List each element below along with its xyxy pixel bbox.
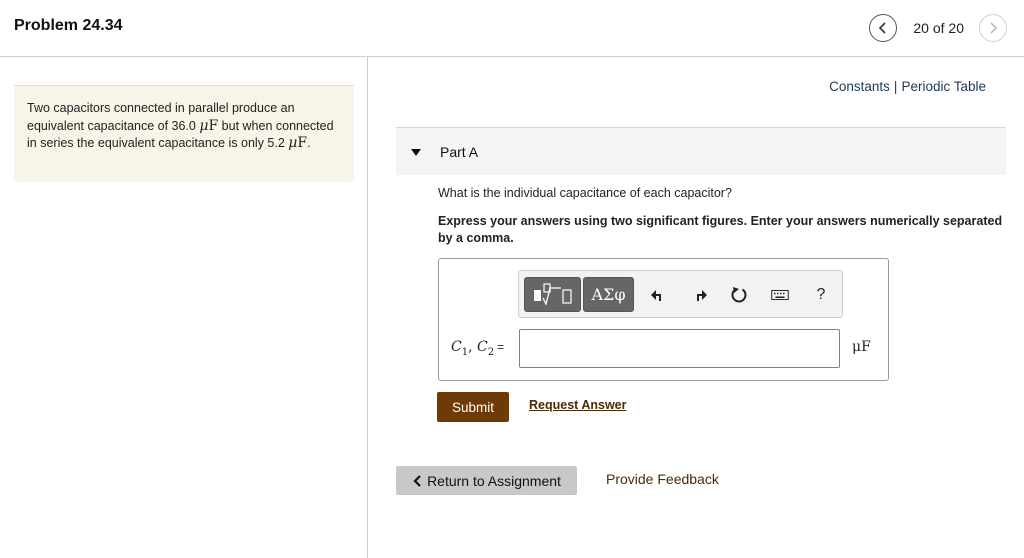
reset-icon — [731, 287, 747, 303]
provide-feedback-link[interactable]: Provide Feedback — [606, 471, 719, 487]
templates-button[interactable] — [524, 277, 581, 312]
page-title: Problem 24.34 — [14, 17, 123, 34]
symbols-button[interactable]: ΑΣφ — [583, 277, 634, 312]
panel-divider — [367, 57, 368, 558]
sub-2: 2 — [487, 346, 495, 358]
unit-f: F — [208, 117, 219, 134]
keyboard-button[interactable] — [768, 284, 792, 306]
variable-label: C1, C2 = — [451, 339, 504, 358]
chevron-right-icon — [990, 22, 998, 34]
part-a-header[interactable]: Part A — [396, 127, 1006, 175]
math-toolbar: ΑΣφ ? — [518, 270, 843, 318]
unit-f-2: F — [297, 135, 308, 151]
pager: 20 of 20 — [869, 14, 1007, 42]
periodic-table-link[interactable]: Periodic Table — [901, 79, 986, 94]
next-button[interactable] — [979, 14, 1007, 42]
pager-count: 20 of 20 — [913, 20, 964, 36]
keyboard-icon — [771, 290, 789, 300]
problem-text-end: . — [307, 136, 311, 150]
collapse-caret-icon[interactable] — [411, 149, 421, 156]
answer-instructions: Express your answers using two significa… — [438, 214, 1003, 245]
chevron-left-icon — [879, 22, 886, 34]
reset-button[interactable] — [728, 284, 750, 306]
redo-button[interactable] — [688, 284, 710, 306]
undo-icon — [651, 290, 661, 301]
fraction-sqrt-icon — [533, 282, 572, 306]
equals-sign: = — [497, 340, 505, 354]
return-label: Return to Assignment — [427, 472, 561, 489]
redo-icon — [697, 290, 707, 301]
chevron-left-icon — [413, 474, 421, 487]
return-to-assignment-button[interactable]: Return to Assignment — [396, 466, 577, 495]
help-button[interactable]: ? — [810, 284, 832, 306]
resource-links: Constants | Periodic Table — [829, 79, 986, 94]
previous-button[interactable] — [869, 14, 898, 42]
question-text: What is the individual capacitance of ea… — [438, 186, 732, 200]
top-bar: Problem 24.34 20 of 20 — [0, 0, 1024, 57]
problem-statement: Two capacitors connected in parallel pro… — [14, 85, 354, 182]
var-c2: C — [477, 339, 488, 355]
request-answer-link[interactable]: Request Answer — [529, 398, 626, 412]
var-c1: C — [451, 339, 462, 355]
undo-button[interactable] — [648, 284, 670, 306]
answer-unit: μF — [852, 339, 871, 355]
var-comma: , — [468, 339, 477, 355]
submit-button[interactable]: Submit — [437, 392, 509, 422]
link-separator: | — [893, 79, 898, 94]
part-a-label: Part A — [440, 144, 479, 160]
constants-link[interactable]: Constants — [829, 79, 890, 94]
answer-input[interactable] — [519, 329, 840, 368]
answer-box: ΑΣφ ? C1, C2 = μF — [438, 258, 889, 381]
